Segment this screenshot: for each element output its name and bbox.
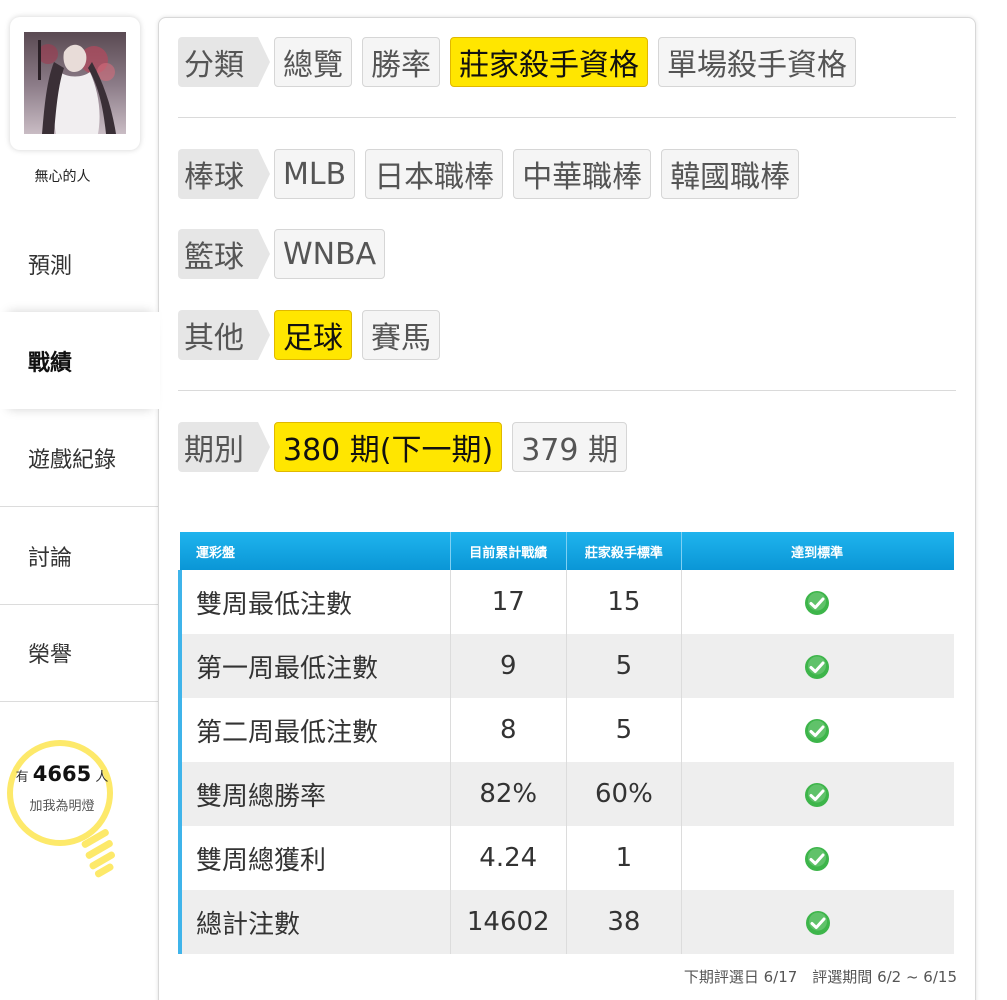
category-filter-row: 分類 總覽 勝率 莊家殺手資格 單場殺手資格 xyxy=(178,36,856,88)
row-name-cell: 雙周總獲利 xyxy=(177,826,451,890)
table-row: 雙周總獲利 4.24 1 xyxy=(177,826,954,890)
league-soccer[interactable]: 足球 xyxy=(274,310,352,360)
category-single-killer[interactable]: 單場殺手資格 xyxy=(658,37,856,87)
nav-item-discussion[interactable]: 討論 xyxy=(0,508,158,605)
league-cpbl[interactable]: 中華職棒 xyxy=(513,149,652,199)
league-kbo[interactable]: 韓國職棒 xyxy=(661,149,800,199)
nav-item-honor[interactable]: 榮譽 xyxy=(0,605,158,702)
qualification-table: 運彩盤 目前累計戰績 莊家殺手標準 達到標準 雙周最低注數 17 15 第一周最低注數… xyxy=(177,532,956,954)
standard-cell: 5 xyxy=(566,698,683,762)
column-header: 莊家殺手標準 xyxy=(566,532,683,570)
fans-caption[interactable]: 加我為明燈 xyxy=(0,795,124,814)
met-cell xyxy=(681,698,954,762)
check-icon xyxy=(805,846,830,871)
standard-cell: 1 xyxy=(566,826,683,890)
other-filter-row: 其他 足球 賽馬 xyxy=(178,309,440,361)
fans-suffix: 人 xyxy=(95,770,109,785)
table-body: 雙周最低注數 17 15 第一周最低注數 9 5 第二周最低注數 8 5 雙周總勝率 82% 60% 雙… xyxy=(177,570,954,954)
row-name-cell: 第二周最低注數 xyxy=(177,698,451,762)
nav-item-game-log[interactable]: 遊戲紀錄 xyxy=(0,410,158,507)
current-record-cell: 4.24 xyxy=(450,826,567,890)
category-banker-killer[interactable]: 莊家殺手資格 xyxy=(450,37,648,87)
nav-item-record[interactable]: 戰績 xyxy=(0,312,160,409)
category-overview[interactable]: 總覽 xyxy=(274,37,352,87)
row-name-cell: 雙周總勝率 xyxy=(177,762,451,826)
check-icon xyxy=(805,654,830,679)
league-horse-racing[interactable]: 賽馬 xyxy=(362,310,440,360)
basketball-label: 籃球 xyxy=(178,229,270,279)
avatar[interactable] xyxy=(10,17,140,150)
met-cell xyxy=(681,634,954,698)
met-cell xyxy=(681,762,954,826)
column-header: 達到標準 xyxy=(681,532,954,570)
nav-item-prediction[interactable]: 預測 xyxy=(0,216,158,313)
table-row: 第二周最低注數 8 5 xyxy=(177,698,954,762)
current-record-cell: 9 xyxy=(450,634,567,698)
period-previous[interactable]: 379 期 xyxy=(512,422,628,472)
evaluation-period-note: 下期評選日 6/17 評選期間 6/2 ~ 6/15 xyxy=(683,968,957,986)
check-icon xyxy=(806,910,831,935)
other-label: 其他 xyxy=(178,310,270,360)
column-header: 目前累計戰績 xyxy=(450,532,567,570)
divider xyxy=(178,117,956,118)
row-name-cell: 總計注數 xyxy=(177,890,451,954)
username: 無心的人 xyxy=(34,169,91,185)
avatar-image xyxy=(24,32,126,134)
period-label: 期別 xyxy=(178,422,270,472)
league-wnba[interactable]: WNBA xyxy=(274,229,386,279)
table-header-row: 運彩盤 目前累計戰績 莊家殺手標準 達到標準 xyxy=(180,532,954,570)
period-filter-row: 期別 380 期(下一期) 379 期 xyxy=(178,421,628,473)
row-name-cell: 第一周最低注數 xyxy=(177,634,451,698)
league-npb[interactable]: 日本職棒 xyxy=(365,149,504,199)
standard-cell: 15 xyxy=(566,570,683,634)
table-row: 第一周最低注數 9 5 xyxy=(177,634,954,698)
met-cell xyxy=(681,570,954,634)
column-header: 運彩盤 xyxy=(180,532,451,570)
period-next[interactable]: 380 期(下一期) xyxy=(274,422,503,472)
row-name-cell: 雙周最低注數 xyxy=(177,570,451,634)
current-record-cell: 14602 xyxy=(450,890,567,954)
met-cell xyxy=(681,890,954,954)
baseball-label: 棒球 xyxy=(178,149,270,199)
standard-cell: 5 xyxy=(566,634,683,698)
standard-cell: 38 xyxy=(566,890,683,954)
fans-count-line: 有 4665 人 xyxy=(0,762,124,786)
category-win-rate[interactable]: 勝率 xyxy=(362,37,440,87)
check-icon xyxy=(805,590,830,615)
table-row: 雙周總勝率 82% 60% xyxy=(177,762,954,826)
check-icon xyxy=(805,718,830,743)
fans-prefix: 有 xyxy=(15,770,29,785)
met-cell xyxy=(681,826,954,890)
current-record-cell: 17 xyxy=(450,570,567,634)
table-row: 雙周最低注數 17 15 xyxy=(177,570,954,634)
standard-cell: 60% xyxy=(566,762,683,826)
table-row: 總計注數 14602 38 xyxy=(177,890,954,954)
current-record-cell: 82% xyxy=(450,762,567,826)
divider xyxy=(178,390,956,391)
current-record-cell: 8 xyxy=(450,698,567,762)
sidebar: 無心的人 預測 戰績 遊戲紀錄 討論 榮譽 有 4665 人 加我為明燈 xyxy=(0,0,160,1000)
basketball-filter-row: 籃球 WNBA xyxy=(178,228,386,280)
check-icon xyxy=(805,782,830,807)
league-mlb[interactable]: MLB xyxy=(274,149,356,199)
category-label: 分類 xyxy=(178,37,270,87)
baseball-filter-row: 棒球 MLB 日本職棒 中華職棒 韓國職棒 xyxy=(178,148,800,200)
fans-count: 4665 xyxy=(32,762,92,786)
